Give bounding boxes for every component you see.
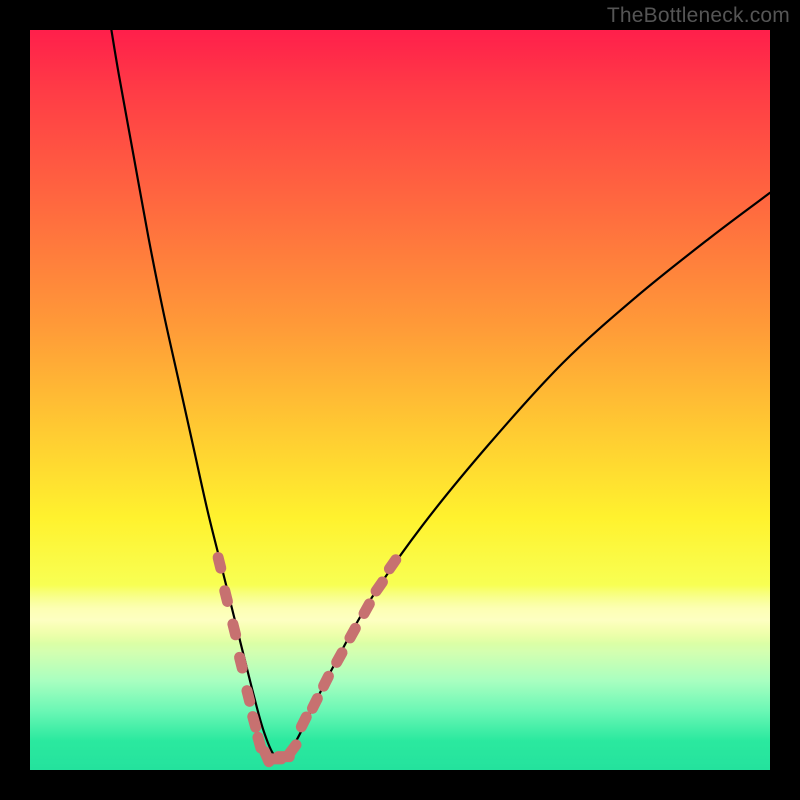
curve-marker (329, 645, 349, 670)
curve-marker (368, 574, 390, 598)
curve-markers (211, 551, 403, 769)
bottleneck-curve (111, 30, 770, 758)
curve-marker (316, 669, 336, 694)
curve-marker (211, 551, 227, 575)
curve-marker (218, 584, 234, 608)
curve-marker (240, 684, 256, 708)
attribution-text: TheBottleneck.com (607, 4, 790, 28)
curve-marker (226, 617, 242, 641)
curve-marker (233, 651, 249, 675)
plot-frame (30, 30, 770, 770)
chart-svg (30, 30, 770, 770)
bottleneck-curve-path (111, 30, 770, 758)
